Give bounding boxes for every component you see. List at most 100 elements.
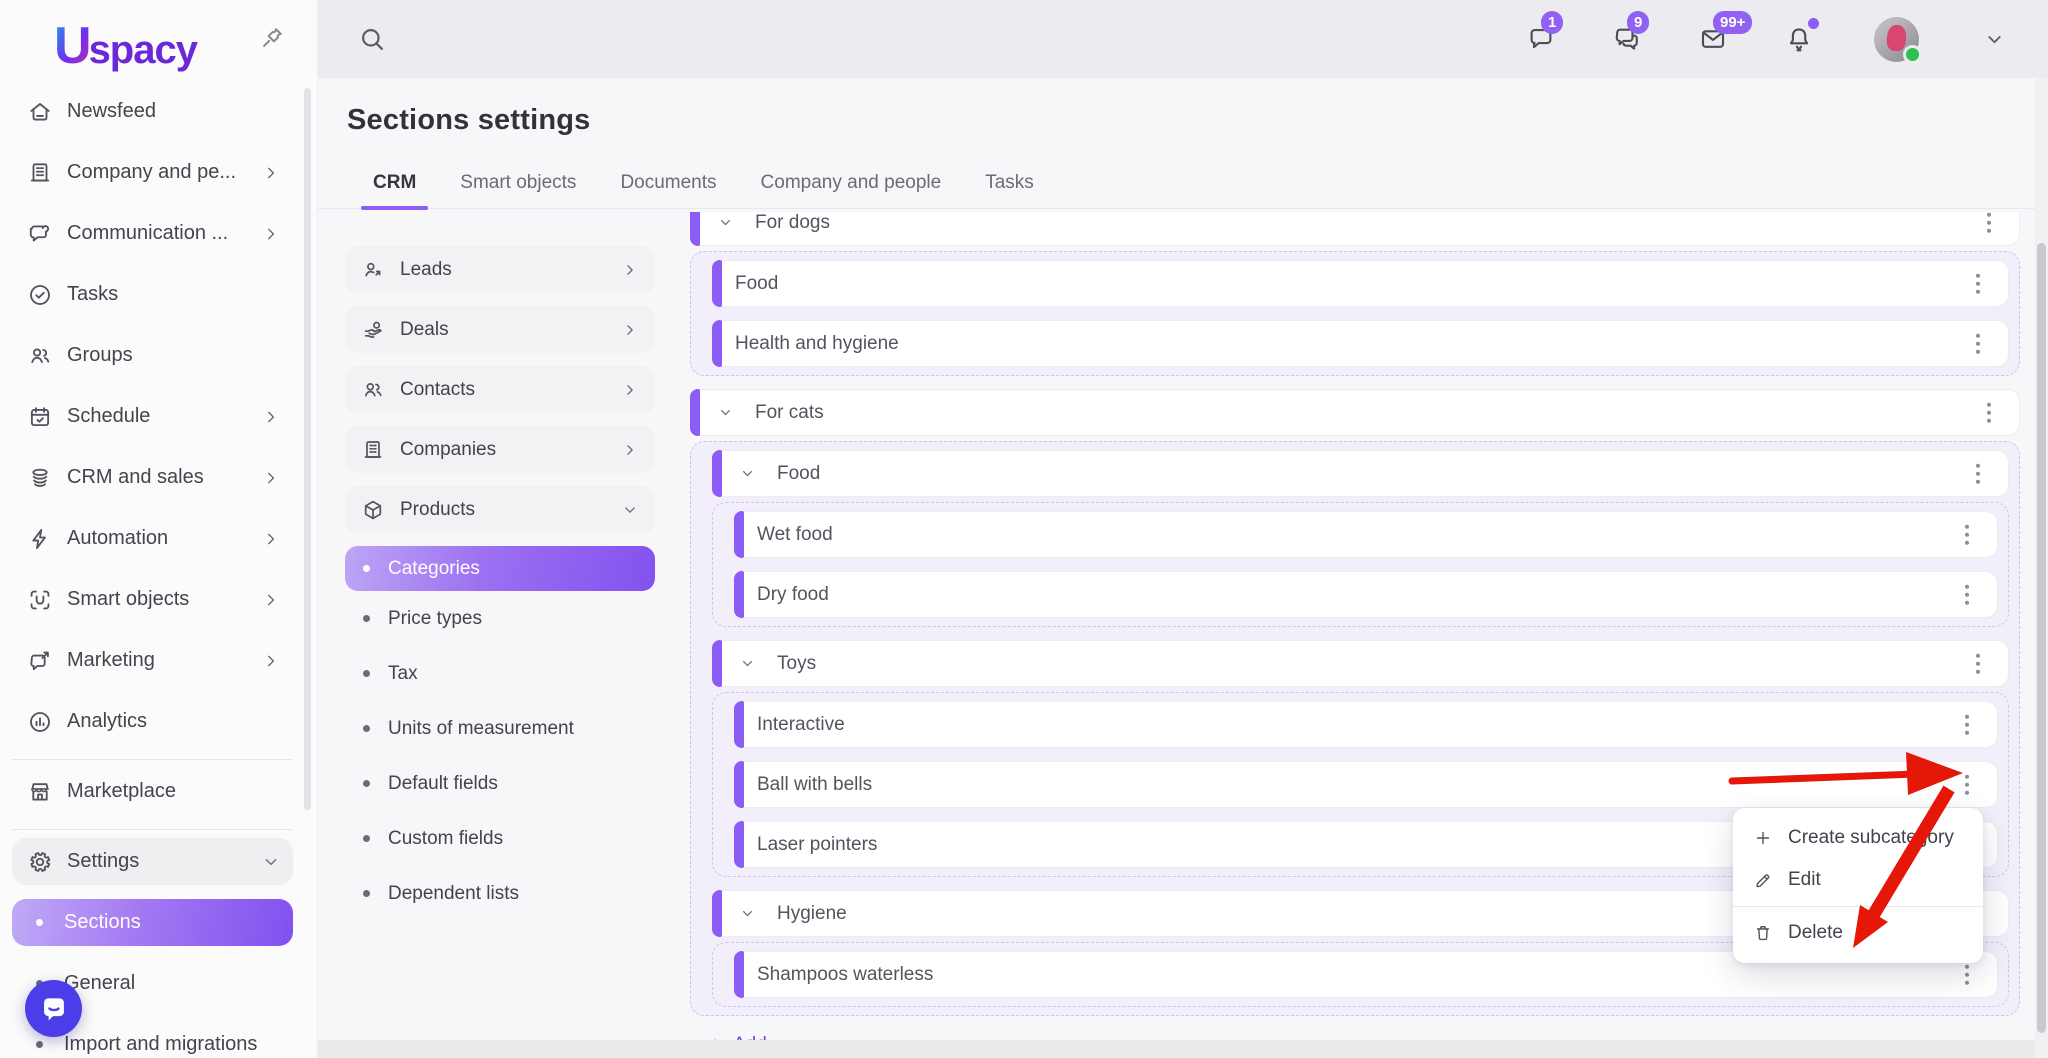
sidebar-item-schedule[interactable]: Schedule xyxy=(12,393,293,440)
subnav-companies[interactable]: Companies xyxy=(345,426,655,473)
kebab-menu-icon[interactable] xyxy=(1959,518,1976,551)
sidebar-scrollbar[interactable] xyxy=(304,88,311,810)
uspacy-logo[interactable]: Uspacy xyxy=(54,16,197,76)
sidebar-item-label: Analytics xyxy=(67,710,147,733)
sidebar-item-label: Communication ... xyxy=(67,222,228,245)
settings-icon xyxy=(27,849,53,875)
category-row-wet-food[interactable]: Wet food xyxy=(734,511,1998,558)
category-row-for-dogs[interactable]: For dogs xyxy=(690,212,2020,246)
subnav-label: Contacts xyxy=(400,379,475,401)
leads-icon xyxy=(361,258,385,282)
pin-sidebar-icon[interactable] xyxy=(258,24,286,52)
chevron-down-icon xyxy=(717,404,734,421)
marketing-icon xyxy=(27,648,53,674)
kebab-menu-icon[interactable] xyxy=(1970,457,1987,490)
sidebar-item-automation[interactable]: Automation xyxy=(12,515,293,562)
subnav-label: Products xyxy=(400,499,475,521)
kebab-menu-icon[interactable] xyxy=(1981,212,1998,239)
kebab-menu-icon[interactable] xyxy=(1970,267,1987,300)
category-label: Health and hygiene xyxy=(735,333,899,355)
search-icon[interactable] xyxy=(358,25,386,53)
subcategories-panel: Food Health and hygiene xyxy=(690,251,2020,376)
subnav-tax[interactable]: Tax xyxy=(345,646,655,701)
tab-company-and-people[interactable]: Company and people xyxy=(739,172,964,208)
chevron-right-icon xyxy=(261,529,281,549)
sidebar-item-marketplace[interactable]: Marketplace xyxy=(12,768,293,815)
category-row-health-and-hygiene[interactable]: Health and hygiene xyxy=(712,320,2009,367)
chats-button[interactable]: 9 xyxy=(1612,24,1642,54)
bullet-dot xyxy=(36,919,43,926)
notification-badge: 99+ xyxy=(1713,11,1752,34)
sidebar-item-company-and-pe[interactable]: Company and pe... xyxy=(12,149,293,196)
sidebar-item-marketing[interactable]: Marketing xyxy=(12,637,293,684)
subnav-leads[interactable]: Leads xyxy=(345,246,655,293)
category-row-ball-with-bells[interactable]: Ball with bells xyxy=(734,761,1998,808)
groups-icon xyxy=(27,343,53,369)
subnav-label: Deals xyxy=(400,319,449,341)
sidebar-item-tasks[interactable]: Tasks xyxy=(12,271,293,318)
bullet-dot xyxy=(363,615,370,622)
chevron-down-icon xyxy=(739,905,756,922)
sidebar-item-analytics[interactable]: Analytics xyxy=(12,698,293,745)
mail-button[interactable]: 99+ xyxy=(1698,24,1728,54)
subnav-dependent-lists[interactable]: Dependent lists xyxy=(345,866,655,921)
sidebar-item-label: Schedule xyxy=(67,405,150,428)
subnav-units-of-measurement[interactable]: Units of measurement xyxy=(345,701,655,756)
online-status-dot xyxy=(1903,45,1922,64)
sidebar-item-smart-objects[interactable]: Smart objects xyxy=(12,576,293,623)
main-scrollbar[interactable] xyxy=(2035,78,2048,1058)
category-label: Wet food xyxy=(757,524,833,546)
chevron-right-icon xyxy=(261,163,281,183)
kebab-menu-icon[interactable] xyxy=(1959,768,1976,801)
tab-smart-objects[interactable]: Smart objects xyxy=(438,172,598,208)
avatar-photo xyxy=(1886,24,1908,52)
subnav-deals[interactable]: Deals xyxy=(345,306,655,353)
kebab-menu-icon[interactable] xyxy=(1959,708,1976,741)
category-row-food[interactable]: Food xyxy=(712,450,2009,497)
chat-button[interactable]: 1 xyxy=(1526,24,1556,54)
bullet-dot xyxy=(363,565,370,572)
bullet-dot xyxy=(363,890,370,897)
menu-item-edit[interactable]: Edit xyxy=(1733,859,1983,901)
kebab-menu-icon[interactable] xyxy=(1959,578,1976,611)
category-label: Food xyxy=(777,463,820,485)
sidebar-item-sections[interactable]: Sections xyxy=(12,899,293,946)
subnav-custom-fields[interactable]: Custom fields xyxy=(345,811,655,866)
category-row-dry-food[interactable]: Dry food xyxy=(734,571,1998,618)
profile-chevron-down-icon[interactable] xyxy=(1983,28,2006,51)
marketplace-icon xyxy=(27,779,53,805)
category-row-for-cats[interactable]: For cats xyxy=(690,389,2020,436)
avatar[interactable] xyxy=(1874,17,1919,62)
subnav-label: Price types xyxy=(388,608,482,630)
tab-tasks[interactable]: Tasks xyxy=(963,172,1056,208)
kebab-menu-icon[interactable] xyxy=(1981,396,1998,429)
sidebar-item-crm-and-sales[interactable]: CRM and sales xyxy=(12,454,293,501)
sidebar-item-newsfeed[interactable]: Newsfeed xyxy=(12,88,293,135)
subnav-contacts[interactable]: Contacts xyxy=(345,366,655,413)
category-row-toys[interactable]: Toys xyxy=(712,640,2009,687)
topbar-actions: 1 9 99+ xyxy=(1526,17,2006,62)
subnav-default-fields[interactable]: Default fields xyxy=(345,756,655,811)
tab-documents[interactable]: Documents xyxy=(598,172,738,208)
menu-item-delete[interactable]: Delete xyxy=(1733,912,1983,954)
subnav-label: Dependent lists xyxy=(388,883,519,905)
kebab-menu-icon[interactable] xyxy=(1959,958,1976,991)
tab-crm[interactable]: CRM xyxy=(351,172,438,208)
subnav-categories[interactable]: Categories xyxy=(345,546,655,591)
support-chat-fab[interactable] xyxy=(25,980,82,1037)
category-row-food[interactable]: Food xyxy=(712,260,2009,307)
calendar-icon xyxy=(27,404,53,430)
subnav-price-types[interactable]: Price types xyxy=(345,591,655,646)
menu-item-create-subcategory[interactable]: Create subcategory xyxy=(1733,817,1983,859)
sidebar-item-settings[interactable]: Settings xyxy=(12,838,293,885)
subnav-products[interactable]: Products xyxy=(345,486,655,533)
kebab-menu-icon[interactable] xyxy=(1970,327,1987,360)
category-row-interactive[interactable]: Interactive xyxy=(734,701,1998,748)
sidebar-divider xyxy=(12,759,293,760)
home-icon xyxy=(27,99,53,125)
sidebar-item-groups[interactable]: Groups xyxy=(12,332,293,379)
main-scrollbar-thumb[interactable] xyxy=(2037,243,2046,1033)
kebab-menu-icon[interactable] xyxy=(1970,647,1987,680)
sidebar-item-communication[interactable]: Communication ... xyxy=(12,210,293,257)
bell-button[interactable] xyxy=(1784,24,1814,54)
